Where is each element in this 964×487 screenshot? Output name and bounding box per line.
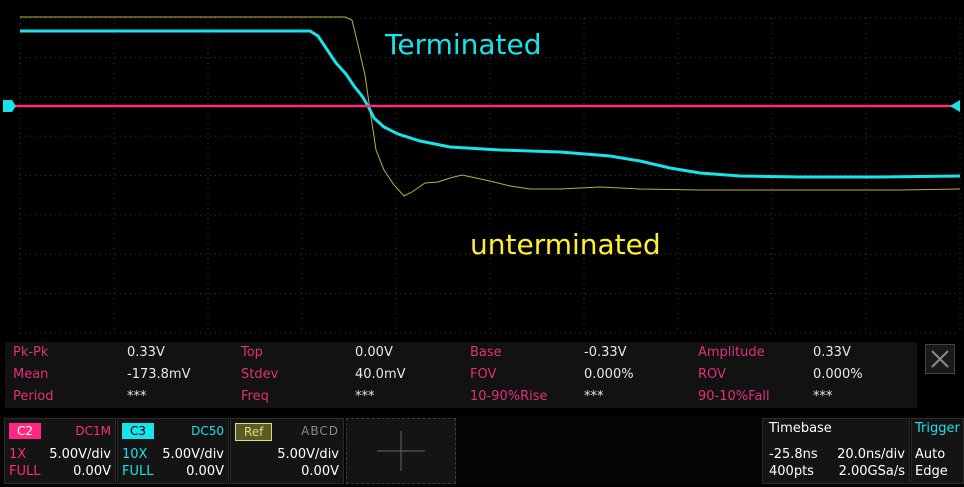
channel-c2-scale: 5.00V/div: [49, 447, 111, 462]
measurement-row: Period *** Freq *** 10-90%Rise *** 90-10…: [5, 386, 917, 408]
measurement-row: Mean -173.8mV Stdev 40.0mV FOV 0.000% RO…: [5, 364, 917, 386]
meas-label-stdev: Stdev: [241, 367, 279, 382]
channel-c3-box[interactable]: C3 DC50 10X 5.00V/div FULL 0.00V: [117, 418, 229, 484]
timebase-rate: 2.00GSa/s: [838, 464, 905, 479]
meas-label-base: Base: [470, 345, 502, 360]
channel-c2-probe: 1X: [9, 447, 27, 462]
channel-c3-offset: 0.00V: [186, 464, 224, 479]
channel-c3-probe: 10X: [122, 447, 148, 462]
channel-c2-bw: FULL: [9, 464, 41, 479]
channel-c2-tag[interactable]: C2: [9, 423, 42, 439]
timebase-title: Timebase: [769, 421, 832, 436]
waveform-display[interactable]: Terminated unterminated: [0, 0, 964, 338]
close-measurements-button[interactable]: [925, 344, 955, 374]
ref-offset: 0.00V: [301, 464, 339, 479]
ref-tag[interactable]: Ref: [235, 423, 273, 441]
meas-label-fov: FOV: [470, 367, 497, 382]
timebase-points: 400pts: [769, 464, 814, 479]
meas-label-mean: Mean: [13, 367, 49, 382]
channel-c2-coupling: DC1M: [75, 424, 111, 438]
meas-label-top: Top: [241, 345, 263, 360]
meas-label-period: Period: [13, 389, 54, 404]
meas-label-rise: 10-90%Rise: [470, 389, 548, 404]
channel-c3-coupling: DC50: [191, 424, 224, 438]
measurement-row: Pk-Pk 0.33V Top 0.00V Base -0.33V Amplit…: [5, 342, 917, 364]
close-icon: [931, 350, 949, 368]
meas-value-fall: ***: [813, 389, 833, 404]
timebase-delay: -25.8ns: [769, 447, 818, 462]
channel-c2-box[interactable]: C2 DC1M 1X 5.00V/div FULL 0.00V: [4, 418, 116, 484]
meas-value-base: -0.33V: [584, 345, 627, 360]
trigger-level-marker: [950, 100, 960, 112]
channel-c2-offset: 0.00V: [73, 464, 111, 479]
trigger-type: Edge: [915, 464, 948, 479]
channel-c3-bw: FULL: [122, 464, 154, 479]
channel-c3-tag[interactable]: C3: [122, 423, 155, 439]
add-channel-box[interactable]: [346, 418, 456, 484]
meas-value-top: 0.00V: [355, 345, 393, 360]
ref-box[interactable]: Ref ABCD 5.00V/div 0.00V: [230, 418, 344, 484]
terminated-annotation: Terminated: [385, 28, 542, 61]
meas-value-rov: 0.000%: [813, 367, 863, 382]
unterminated-annotation: unterminated: [470, 228, 661, 261]
meas-value-stdev: 40.0mV: [355, 367, 406, 382]
meas-value-fov: 0.000%: [584, 367, 634, 382]
timebase-scale: 20.0ns/div: [837, 447, 905, 462]
meas-value-mean: -173.8mV: [127, 367, 191, 382]
meas-value-pkpk: 0.33V: [127, 345, 165, 360]
trigger-mode: Auto: [915, 447, 946, 462]
ref-scale: 5.00V/div: [277, 447, 339, 462]
timebase-box[interactable]: Timebase -25.8ns 20.0ns/div 400pts 2.00G…: [762, 418, 910, 484]
measurement-panel: Pk-Pk 0.33V Top 0.00V Base -0.33V Amplit…: [5, 342, 917, 408]
meas-label-rov: ROV: [698, 367, 726, 382]
channel-c3-offset-marker: [3, 100, 16, 112]
meas-label-pkpk: Pk-Pk: [13, 345, 49, 360]
meas-value-rise: ***: [584, 389, 604, 404]
plus-icon: [377, 431, 425, 471]
meas-value-freq: ***: [355, 389, 375, 404]
ref-letters: ABCD: [301, 424, 339, 438]
trigger-box[interactable]: Trigger Auto Edge: [911, 418, 964, 484]
meas-label-fall: 90-10%Fall: [698, 389, 770, 404]
trigger-title: Trigger: [915, 421, 960, 436]
meas-label-amplitude: Amplitude: [698, 345, 765, 360]
meas-value-period: ***: [127, 389, 147, 404]
channel-c3-scale: 5.00V/div: [162, 447, 224, 462]
meas-value-amplitude: 0.33V: [813, 345, 851, 360]
meas-label-freq: Freq: [241, 389, 269, 404]
